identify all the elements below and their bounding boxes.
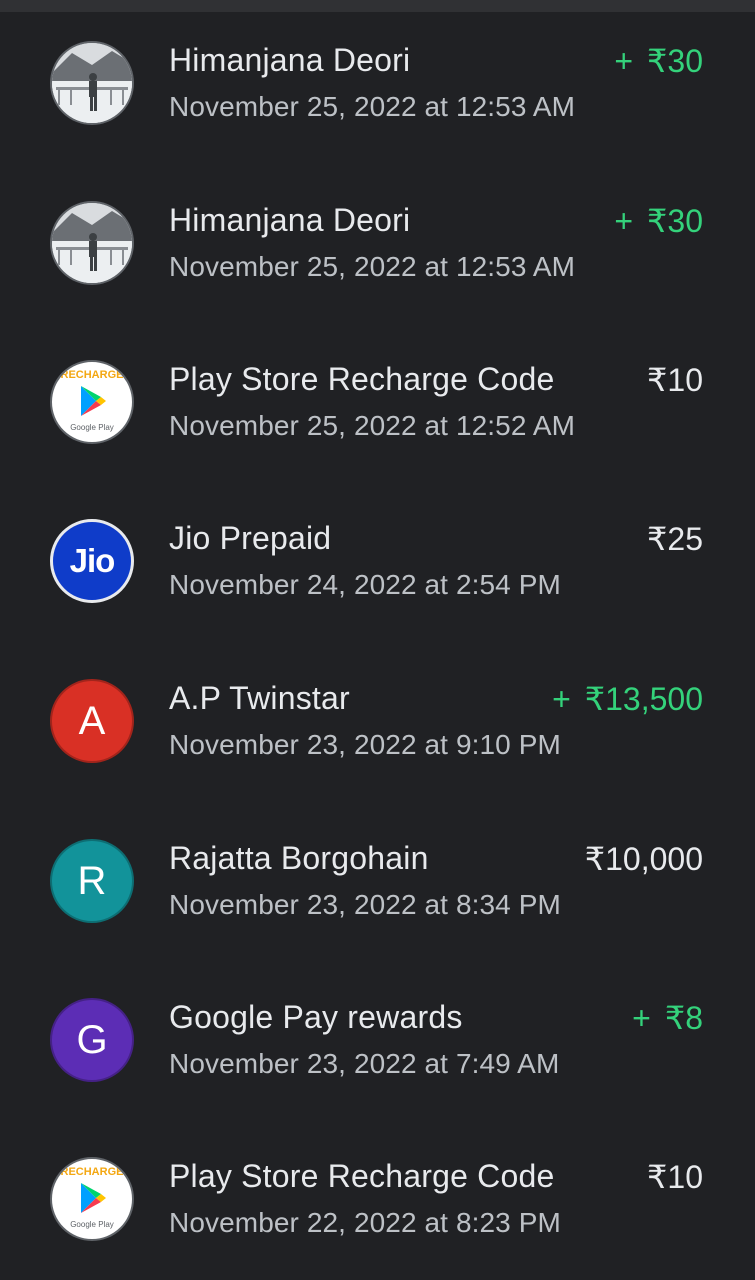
transaction-amount: ₹10,000 xyxy=(585,840,703,878)
payee-name: Play Store Recharge Code xyxy=(169,1158,555,1194)
transaction-row[interactable]: G Google Pay rewards November 23, 2022 a… xyxy=(0,957,755,1107)
letter-avatar: R xyxy=(50,839,134,923)
letter-avatar: G xyxy=(50,998,134,1082)
transaction-amount: + ₹8 xyxy=(632,999,703,1037)
letter-avatar: A xyxy=(50,679,134,763)
amount-value: ₹30 xyxy=(647,43,703,79)
payee-name: Himanjana Deori xyxy=(169,202,411,238)
transaction-amount: ₹25 xyxy=(647,520,703,558)
transaction-row[interactable]: Jio Jio Prepaid November 24, 2022 at 2:5… xyxy=(0,478,755,628)
transaction-datetime: November 25, 2022 at 12:53 AM xyxy=(169,251,576,282)
transaction-amount: ₹10 xyxy=(647,361,703,399)
payee-name: Rajatta Borgohain xyxy=(169,840,429,876)
transaction-amount: + ₹13,500 xyxy=(552,680,703,718)
avatar-title: RECHARGE xyxy=(60,1166,124,1178)
jio-avatar: Jio xyxy=(50,519,134,603)
avatar-caption: Google Play xyxy=(70,423,114,432)
transaction-datetime: November 23, 2022 at 7:49 AM xyxy=(169,1048,560,1079)
avatar-letter: A xyxy=(78,698,106,743)
transaction-datetime: November 22, 2022 at 8:23 PM xyxy=(169,1207,561,1238)
transaction-datetime: November 23, 2022 at 8:34 PM xyxy=(169,889,561,920)
person-photo-icon xyxy=(52,203,132,283)
payee-name: Google Pay rewards xyxy=(169,999,463,1035)
amount-value: ₹13,500 xyxy=(584,681,703,717)
amount-value: ₹10 xyxy=(647,362,703,398)
credit-sign: + xyxy=(552,681,571,717)
payee-name: Play Store Recharge Code xyxy=(169,361,555,397)
google-play-avatar: RECHARGE Google Play xyxy=(50,360,134,444)
google-play-icon xyxy=(81,386,106,416)
transaction-row[interactable]: RECHARGE Google Play Play Store Recharge… xyxy=(0,319,755,469)
google-play-icon xyxy=(81,1183,106,1213)
payee-name: Himanjana Deori xyxy=(169,42,411,78)
amount-value: ₹25 xyxy=(647,521,703,557)
payee-name: Jio Prepaid xyxy=(169,520,332,556)
avatar-letter: G xyxy=(76,1017,108,1062)
transaction-row[interactable]: Himanjana Deori November 25, 2022 at 12:… xyxy=(0,160,755,310)
contact-photo-avatar xyxy=(50,41,134,125)
avatar-caption: Google Play xyxy=(70,1220,114,1229)
jio-logo-text: Jio xyxy=(69,542,116,579)
transaction-row[interactable]: Himanjana Deori November 25, 2022 at 12:… xyxy=(0,0,755,150)
person-photo-icon xyxy=(52,43,132,123)
transaction-amount: + ₹30 xyxy=(614,202,703,240)
avatar-letter: R xyxy=(77,858,107,903)
credit-sign: + xyxy=(632,1000,651,1036)
credit-sign: + xyxy=(614,43,634,79)
transaction-row[interactable]: R Rajatta Borgohain November 23, 2022 at… xyxy=(0,798,755,948)
transaction-row[interactable]: A A.P Twinstar November 23, 2022 at 9:10… xyxy=(0,638,755,788)
transaction-datetime: November 25, 2022 at 12:52 AM xyxy=(169,410,576,441)
transaction-amount: ₹10 xyxy=(647,1158,703,1196)
payee-name: A.P Twinstar xyxy=(169,680,350,716)
credit-sign: + xyxy=(614,203,634,239)
avatar-title: RECHARGE xyxy=(60,369,124,381)
transaction-amount: + ₹30 xyxy=(614,42,703,80)
transaction-datetime: November 23, 2022 at 9:10 PM xyxy=(169,729,561,760)
transaction-datetime: November 24, 2022 at 2:54 PM xyxy=(169,569,561,600)
amount-value: ₹30 xyxy=(647,203,703,239)
google-play-avatar: RECHARGE Google Play xyxy=(50,1157,134,1241)
amount-value: ₹10,000 xyxy=(584,841,703,877)
transaction-row[interactable]: RECHARGE Google Play Play Store Recharge… xyxy=(0,1116,755,1266)
transaction-datetime: November 25, 2022 at 12:53 AM xyxy=(169,91,576,122)
amount-value: ₹10 xyxy=(647,1159,703,1195)
contact-photo-avatar xyxy=(50,201,134,285)
amount-value: ₹8 xyxy=(664,1000,703,1036)
